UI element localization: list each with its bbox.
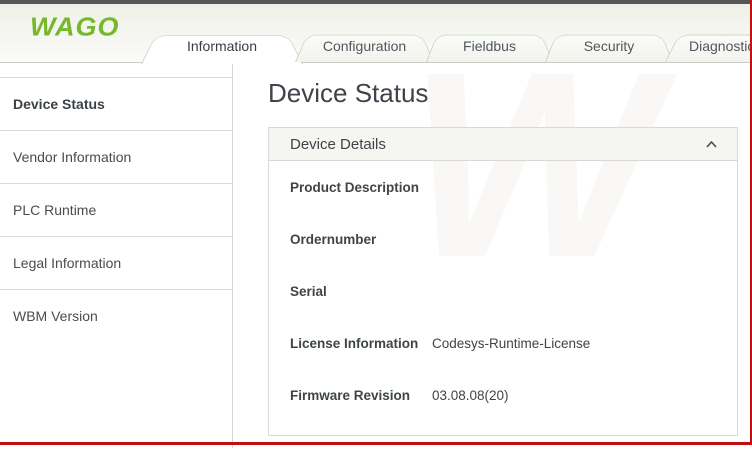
detail-value: Codesys-Runtime-License <box>432 336 590 351</box>
device-details-panel-header[interactable]: Device Details <box>269 128 737 161</box>
chevron-up-icon[interactable] <box>706 141 717 148</box>
panel-body: Product Description Ordernumber Serial L… <box>269 161 737 435</box>
tab-information-label: Information <box>187 38 257 54</box>
detail-label: Firmware Revision <box>290 388 432 403</box>
tab-security[interactable]: Security <box>551 29 667 63</box>
main-panel-area: W Device Status Device Details Product D… <box>233 63 752 448</box>
sidebar-item-legal-information[interactable]: Legal Information <box>0 236 232 289</box>
detail-label: Serial <box>290 284 432 299</box>
tab-configuration[interactable]: Configuration <box>301 29 428 63</box>
detail-label: Ordernumber <box>290 232 432 247</box>
detail-row-firmware-revision: Firmware Revision 03.08.08(20) <box>269 369 737 421</box>
detail-row-ordernumber: Ordernumber <box>269 213 737 265</box>
tab-security-label: Security <box>584 38 635 54</box>
tab-fieldbus[interactable]: Fieldbus <box>432 29 547 63</box>
tab-diagnostic-label: Diagnostic <box>689 38 752 54</box>
detail-row-license-information: License Information Codesys-Runtime-Lice… <box>269 317 737 369</box>
detail-label: Product Description <box>290 180 432 195</box>
wago-logo: WAGO <box>30 13 120 42</box>
tab-configuration-label: Configuration <box>323 38 406 54</box>
tab-fieldbus-label: Fieldbus <box>463 38 516 54</box>
device-details-panel: Device Details Product Description Order… <box>268 127 738 436</box>
detail-value: 03.08.08(20) <box>432 388 509 403</box>
tab-diagnostic[interactable]: Diagnostic <box>671 29 752 63</box>
sidebar-item-wbm-version[interactable]: WBM Version <box>0 289 232 342</box>
detail-row-serial: Serial <box>269 265 737 317</box>
sidebar-item-vendor-information[interactable]: Vendor Information <box>0 130 232 183</box>
panel-title: Device Details <box>290 136 386 153</box>
tab-bar: Information Configuration Fieldbus Secur… <box>145 29 752 63</box>
header: WAGO Information Configuration Fieldbus … <box>0 4 752 63</box>
wbm-window: WAGO Information Configuration Fieldbus … <box>0 0 752 449</box>
detail-row-product-description: Product Description <box>269 161 737 213</box>
red-edge-bottom <box>0 442 752 445</box>
sidebar-item-device-status[interactable]: Device Status <box>0 77 232 130</box>
sidebar: Device Status Vendor Information PLC Run… <box>0 63 233 448</box>
sidebar-item-plc-runtime[interactable]: PLC Runtime <box>0 183 232 236</box>
page-title: Device Status <box>268 79 752 107</box>
content-area: Device Status Vendor Information PLC Run… <box>0 63 752 448</box>
detail-label: License Information <box>290 336 432 351</box>
tab-information[interactable]: Information <box>147 29 297 63</box>
